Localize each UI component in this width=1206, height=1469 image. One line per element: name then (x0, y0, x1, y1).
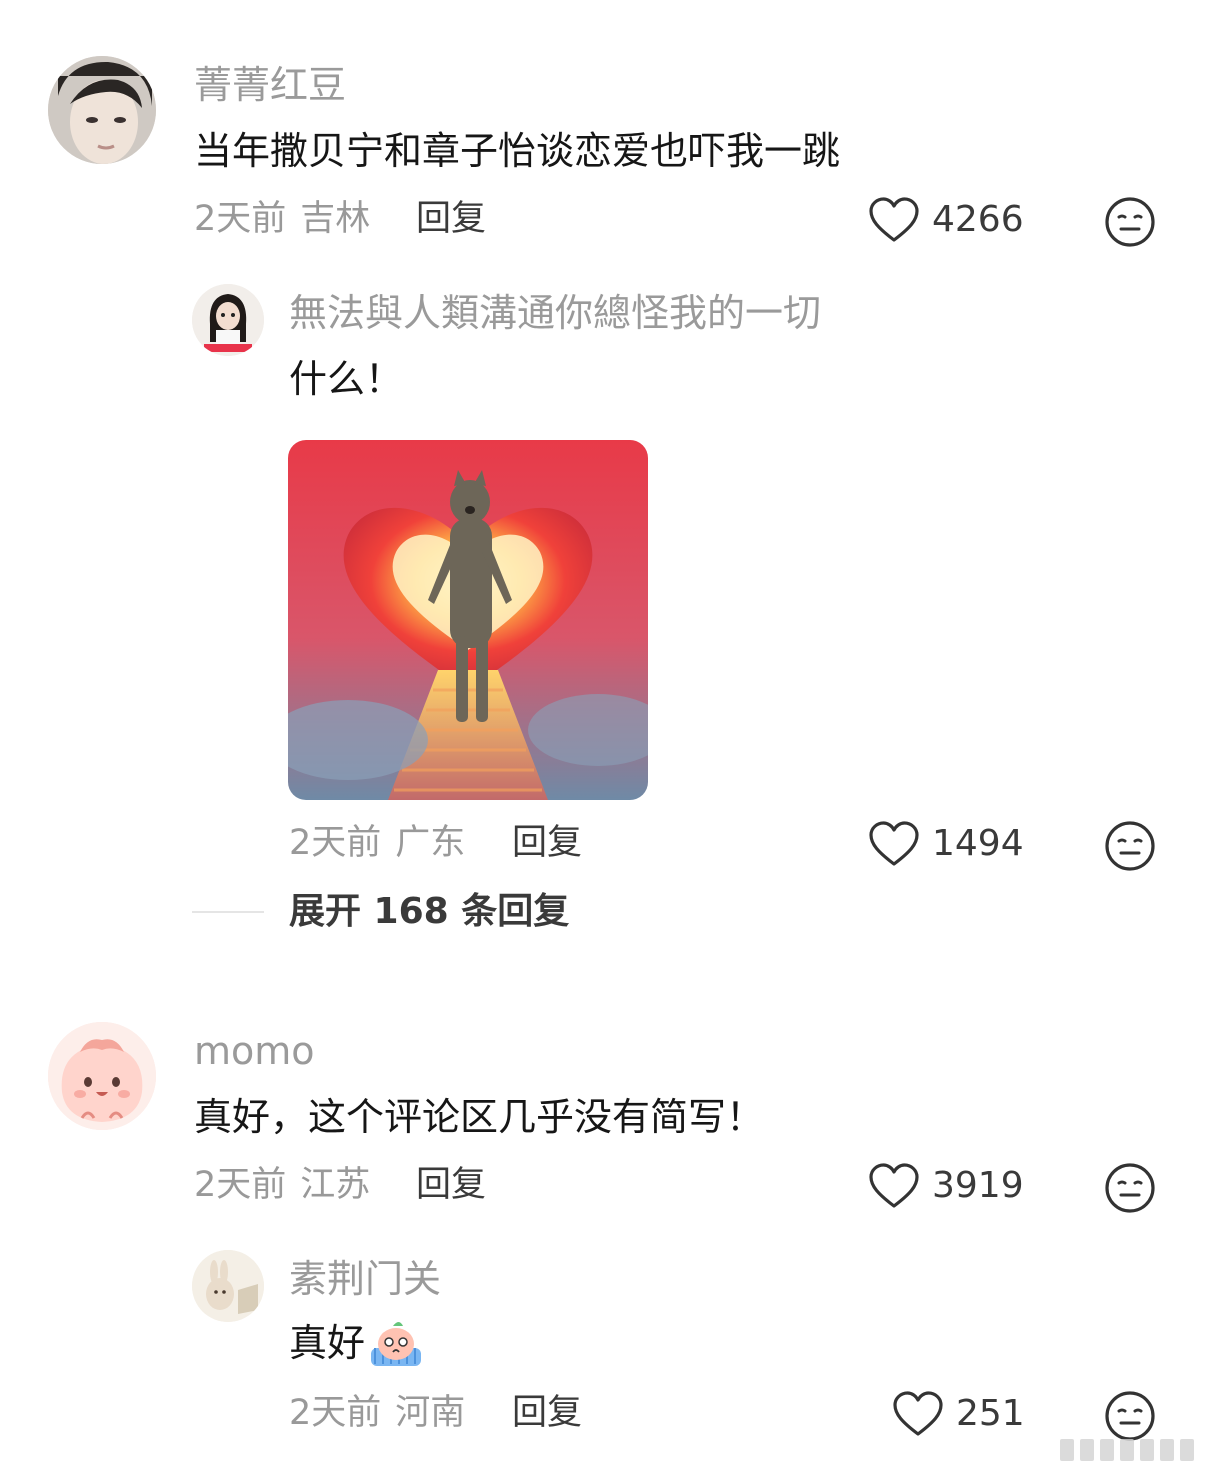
expand-replies-button[interactable]: 展开 168 条回复 (289, 889, 569, 935)
avatar[interactable] (48, 1022, 156, 1130)
like-button[interactable]: 4266 (868, 196, 1024, 244)
reply-button[interactable]: 回复 (416, 1162, 486, 1208)
heart-outline-icon (868, 820, 920, 868)
expand-divider (192, 911, 264, 913)
reply-location: 河南 (395, 1393, 466, 1433)
reply-username[interactable]: 無法與人類溝通你總怪我的一切 (289, 288, 821, 338)
comment-username[interactable]: 菁菁红豆 (194, 60, 346, 110)
like-count: 251 (956, 1393, 1025, 1434)
reply-meta: 2天前 河南 (289, 1390, 465, 1436)
crying-peach-emoji-icon (367, 1318, 425, 1368)
reply-meta: 2天前 广东 (289, 820, 465, 866)
meh-face-icon[interactable] (1104, 820, 1156, 872)
comment-meta: 2天前 江苏 (194, 1162, 370, 1208)
heart-outline-icon (868, 196, 920, 244)
comment-text: 当年撒贝宁和章子怡谈恋爱也吓我一跳 (194, 129, 841, 173)
meh-face-icon[interactable] (1104, 1390, 1156, 1442)
reply-text: 真好 (289, 1318, 425, 1368)
avatar[interactable] (48, 56, 156, 164)
watermark-logo (1060, 1439, 1194, 1461)
meh-face-icon[interactable] (1104, 196, 1156, 248)
comment-time: 2天前 (194, 1165, 287, 1205)
reply-button[interactable]: 回复 (416, 196, 486, 242)
like-button[interactable]: 1494 (868, 820, 1024, 868)
reply-time: 2天前 (289, 823, 382, 863)
like-button[interactable]: 251 (892, 1390, 1025, 1438)
reply-time: 2天前 (289, 1393, 382, 1433)
comment-meta: 2天前 吉林 (194, 196, 370, 242)
comment-text: 真好，这个评论区几乎没有简写！ (194, 1095, 765, 1139)
reply-location: 广东 (395, 823, 466, 863)
reply-button[interactable]: 回复 (512, 1390, 582, 1436)
like-button[interactable]: 3919 (868, 1162, 1024, 1210)
reply-button[interactable]: 回复 (512, 820, 582, 866)
comment-location: 江苏 (300, 1165, 371, 1205)
heart-outline-icon (892, 1390, 944, 1438)
heart-outline-icon (868, 1162, 920, 1210)
reply-avatar[interactable] (192, 1250, 264, 1322)
meh-face-icon[interactable] (1104, 1162, 1156, 1214)
comment-username[interactable]: momo (194, 1026, 315, 1076)
reply-text-value: 真好 (289, 1321, 366, 1365)
like-count: 3919 (932, 1165, 1024, 1206)
dog-heaven-sticker-image[interactable] (288, 440, 648, 800)
like-count: 4266 (932, 199, 1024, 240)
like-count: 1494 (932, 823, 1024, 864)
comment-time: 2天前 (194, 199, 287, 239)
reply-text: 什么！ (289, 357, 404, 401)
comment-location: 吉林 (300, 199, 371, 239)
reply-username[interactable]: 素荆门关 (289, 1254, 441, 1304)
reply-avatar[interactable] (192, 284, 264, 356)
